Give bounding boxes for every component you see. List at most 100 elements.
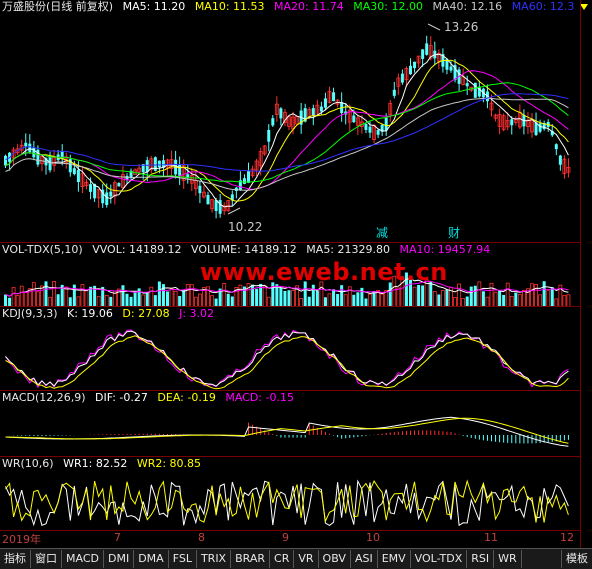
tab-template[interactable]: 模板 — [561, 550, 592, 568]
volume-bar-down — [275, 284, 279, 307]
volume-header: VOL-TDX(5,10) VVOL: 14189.12 VOLUME: 141… — [2, 243, 496, 257]
ma5-line — [5, 53, 569, 208]
macd-macd-value: MACD: -0.15 — [225, 391, 294, 404]
volume-bar-up — [477, 281, 482, 307]
candle-body-down — [279, 108, 283, 119]
volume-bar-down — [279, 287, 283, 307]
candle-body-down — [364, 123, 368, 130]
volume-bar-down — [283, 290, 287, 307]
volume-bar-down — [44, 281, 48, 307]
tab-window[interactable]: 窗口 — [31, 550, 62, 568]
arrow-down-icon — [580, 4, 588, 10]
volume-bar-up — [238, 284, 243, 307]
volume-indicator-name[interactable]: VOL-TDX(5,10) — [2, 243, 83, 256]
candle-body-down — [271, 118, 275, 126]
candle-body-down — [24, 142, 28, 147]
wr2-value: WR2: 80.85 — [136, 457, 202, 470]
candle-body-down — [421, 49, 425, 59]
volume-bar-up — [505, 282, 510, 307]
kdj-d-value: D: 27.08 — [122, 307, 170, 320]
volume-bar-down — [332, 289, 336, 307]
candle-body-down — [242, 178, 246, 184]
ma30-value: MA30: 12.00 — [353, 0, 423, 13]
ma5-value: MA5: 11.20 — [122, 0, 186, 13]
volume-bar-up — [173, 290, 178, 307]
ma30-line — [5, 82, 569, 183]
kdj-panel[interactable]: KDJ(9,3,3) K: 19.06 D: 27.08 J: 3.02 — [0, 306, 580, 391]
event-mark-finance[interactable]: 财 — [448, 224, 460, 241]
price-panel[interactable]: 万盛股份(日线 前复权) MA5: 11.20 MA10: 11.53 MA20… — [0, 0, 588, 242]
wr-chart[interactable] — [0, 471, 580, 531]
volume-bar-up — [149, 286, 154, 307]
candle-body-down — [510, 119, 514, 126]
tab-indicators[interactable]: 指标 — [0, 550, 31, 568]
wr-indicator-name[interactable]: WR(10,6) — [2, 457, 54, 470]
candle-body-down — [449, 66, 453, 71]
candle-body-down — [218, 199, 222, 214]
volume-bar-up — [84, 290, 89, 307]
macd-header: MACD(12,26,9) DIF: -0.27 DEA: -0.19 MACD… — [2, 391, 300, 405]
tab-macd[interactable]: MACD — [62, 550, 104, 568]
kdj-chart[interactable] — [0, 321, 580, 391]
wr-panel[interactable]: WR(10,6) WR1: 82.52 WR2: 80.85 — [0, 456, 580, 531]
volume-bar-down — [125, 293, 129, 307]
volume-bar-up — [11, 287, 16, 307]
axis-label-9: 9 — [282, 531, 289, 544]
vol-ma5-value: MA5: 21329.80 — [306, 243, 390, 256]
tab-dmi[interactable]: DMI — [104, 550, 135, 568]
macd-chart[interactable] — [0, 405, 580, 457]
candle-body-down — [465, 83, 469, 87]
volume-bar-down — [550, 287, 554, 307]
volume-bar-down — [255, 288, 259, 307]
volume-bar-down — [133, 291, 137, 307]
kdj-j-value: J: 3.02 — [179, 307, 215, 320]
axis-label-12: 12 — [560, 531, 574, 544]
tab-vr[interactable]: VR — [294, 550, 319, 568]
candle-body-down — [109, 191, 113, 197]
tab-obv[interactable]: OBV — [319, 550, 351, 568]
tab-trix[interactable]: TRIX — [197, 550, 232, 568]
volume-bar-down — [145, 292, 149, 307]
volume-bar-down — [356, 292, 360, 307]
date-axis: 2019年 7 8 9 10 11 12 — [0, 530, 580, 546]
axis-label-7: 7 — [114, 531, 121, 544]
tab-rsi[interactable]: RSI — [467, 550, 495, 568]
event-mark-reduce[interactable]: 减 — [376, 224, 388, 241]
candle-body-down — [332, 92, 336, 102]
kdj-indicator-name[interactable]: KDJ(9,3,3) — [2, 307, 58, 320]
volume-bar-down — [157, 281, 161, 307]
macd-panel[interactable]: MACD(12,26,9) DIF: -0.27 DEA: -0.19 MACD… — [0, 390, 580, 457]
candlestick-chart[interactable] — [0, 14, 580, 242]
candle-body-down — [145, 160, 149, 173]
axis-label-11: 11 — [484, 531, 498, 544]
tab-dma[interactable]: DMA — [134, 550, 169, 568]
price-header: 万盛股份(日线 前复权) MA5: 11.20 MA10: 11.53 MA20… — [2, 0, 580, 14]
tab-wr[interactable]: WR — [494, 550, 522, 568]
tab-emv[interactable]: EMV — [378, 550, 411, 568]
volume-value: VOLUME: 14189.12 — [191, 243, 297, 256]
tab-fsl[interactable]: FSL — [169, 550, 197, 568]
candle-body-down — [206, 194, 210, 205]
volume-bar-down — [226, 293, 230, 307]
low-label: 10.22 — [228, 220, 263, 234]
volume-bar-up — [432, 291, 437, 307]
volume-bar-down — [182, 289, 186, 307]
volume-bar-down — [498, 290, 502, 307]
candle-body-down — [368, 126, 372, 133]
axis-label-year: 2019年 — [2, 533, 41, 546]
volume-bar-down — [287, 290, 291, 307]
macd-indicator-name[interactable]: MACD(12,26,9) — [2, 391, 86, 404]
ma60-value: MA60: 12.3 — [511, 0, 575, 13]
candle-body-down — [105, 192, 109, 205]
tab-vol-tdx[interactable]: VOL-TDX — [411, 550, 468, 568]
candle-body-down — [4, 155, 7, 166]
tab-brar[interactable]: BRAR — [231, 550, 271, 568]
volume-bar-up — [222, 283, 227, 307]
tab-cr[interactable]: CR — [270, 550, 295, 568]
volume-bar-up — [440, 290, 445, 307]
volume-bar-down — [89, 286, 93, 307]
volume-bar-up — [40, 285, 44, 307]
candle-body-down — [247, 171, 250, 183]
tab-asi[interactable]: ASI — [351, 550, 378, 568]
candle-body-down — [117, 182, 121, 187]
